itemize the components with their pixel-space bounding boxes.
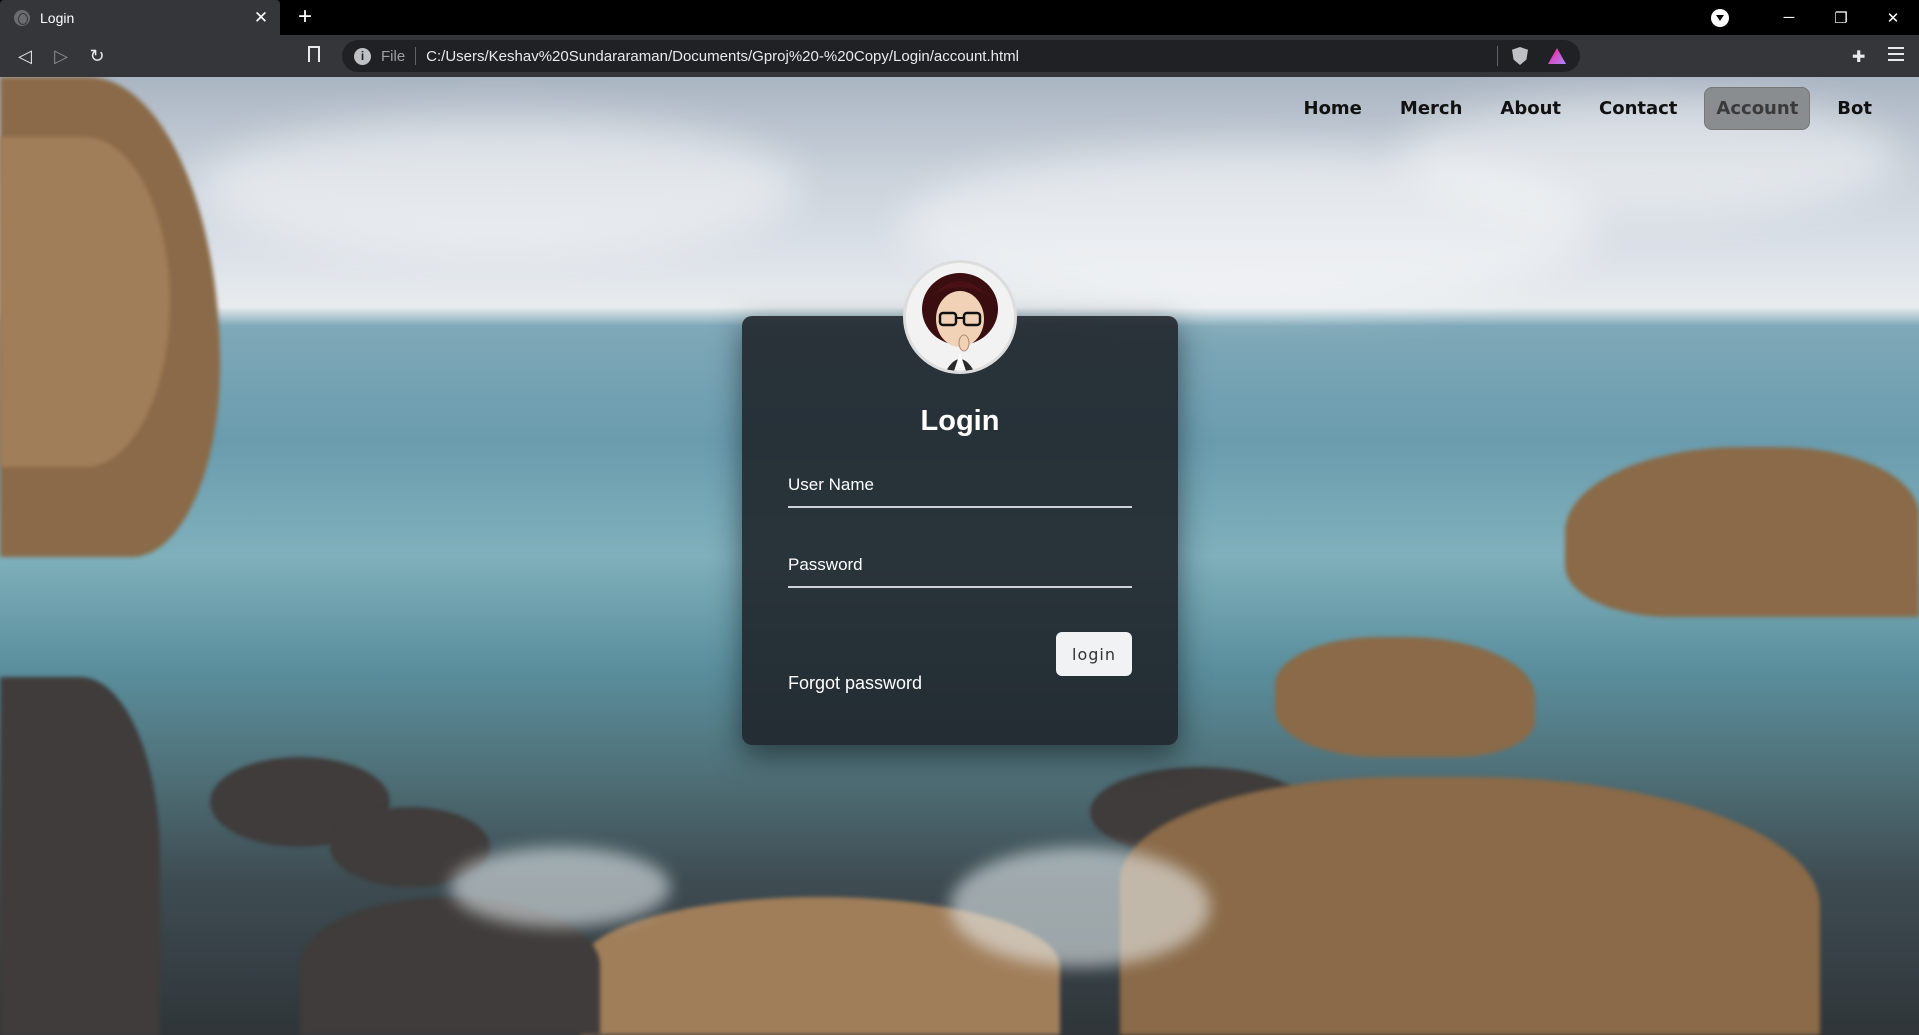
brave-shield-icon[interactable] [1512,47,1528,65]
cliff-left-face [0,137,170,467]
nav-contact[interactable]: Contact [1588,88,1688,129]
window-controls: ─ ❐ ✕ [1711,0,1919,35]
password-input[interactable] [788,544,1132,586]
nav-about[interactable]: About [1489,88,1572,129]
username-input[interactable] [788,464,1132,506]
foam [450,847,670,927]
rock-left [0,677,160,1035]
rock-right [1565,447,1919,617]
cloud [200,117,800,257]
divider [415,47,417,65]
nav-bot[interactable]: Bot [1826,88,1883,129]
login-button[interactable]: login [1056,632,1132,676]
nav-merch[interactable]: Merch [1389,88,1473,129]
info-icon[interactable]: i [354,47,371,65]
minimize-button[interactable]: ─ [1763,0,1815,35]
tab-bar: Login ✕ + ─ ❐ ✕ [0,0,1919,35]
bookmark-icon[interactable] [308,46,320,64]
login-title: Login [920,405,1000,437]
reload-icon[interactable]: ↻ [84,43,110,69]
file-label: File [381,47,406,65]
back-icon[interactable]: ◁ [12,43,38,69]
browser-toolbar: ◁ ▷ ↻ i File C:/Users/Keshav%20Sundarara… [0,35,1919,77]
brave-rewards-icon[interactable] [1548,48,1566,64]
nav-account[interactable]: Account [1704,87,1811,130]
globe-icon [14,9,30,26]
extensions-icon[interactable]: ✚ [1852,47,1870,66]
password-field[interactable] [788,544,1132,588]
browser-tab[interactable]: Login ✕ [0,0,280,35]
restore-button[interactable]: ❐ [1815,0,1867,35]
login-card: Login login Forgot password [742,316,1178,745]
close-window-button[interactable]: ✕ [1867,0,1919,35]
tab-title: Login [40,9,75,26]
address-bar[interactable]: i File C:/Users/Keshav%20Sundararaman/Do… [342,40,1580,72]
nav-home[interactable]: Home [1293,88,1373,129]
foam [950,847,1210,967]
menu-icon[interactable] [1888,47,1904,63]
new-tab-button[interactable]: + [292,4,318,30]
main-nav: Home Merch About Contact Account Bot [1277,87,1884,130]
url-text[interactable]: C:/Users/Keshav%20Sundararaman/Documents… [426,48,1497,65]
rock-foreground-right [1120,777,1820,1035]
tab-close-icon[interactable]: ✕ [252,8,270,28]
forgot-password-link[interactable]: Forgot password [788,673,922,694]
forward-icon[interactable]: ▷ [48,43,74,69]
divider [1497,46,1498,66]
page-background: Home Merch About Contact Account Bot Log… [0,77,1919,1035]
avatar [903,260,1017,374]
username-field[interactable] [788,464,1132,508]
rock-mid [1275,637,1535,757]
tab-search-icon[interactable] [1711,8,1729,27]
